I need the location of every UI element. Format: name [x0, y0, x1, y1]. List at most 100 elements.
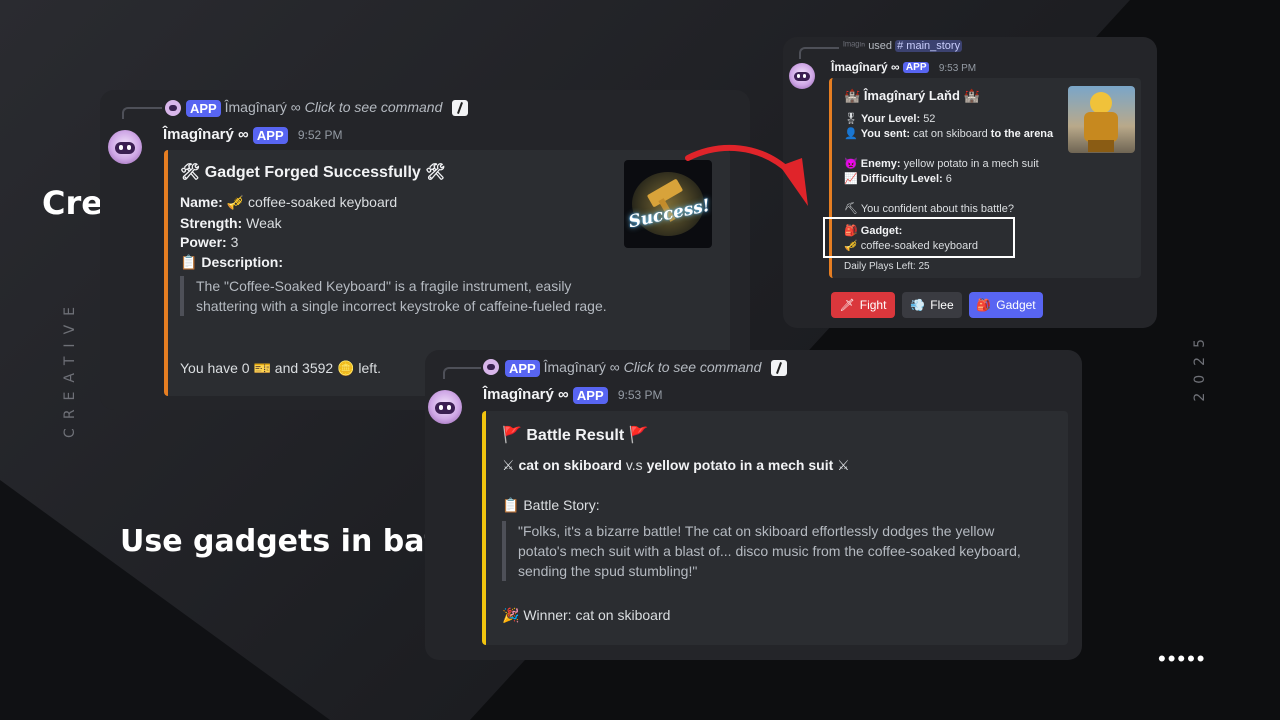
slash-command-icon — [771, 360, 788, 377]
potato-head — [1090, 92, 1112, 114]
confidence-row: ⛏ You confident about this battle? — [844, 202, 1014, 215]
difficulty-row: 📈 Difficulty Level: 6 — [844, 172, 952, 185]
enemy-value: yellow potato in a mech suit — [903, 158, 1039, 170]
sent-value: cat on skiboard — [913, 128, 988, 140]
embed-title: 🛠 Gadget Forged Successfully 🛠 — [180, 162, 446, 182]
name-value: coffee-soaked keyboard — [248, 194, 398, 210]
gadget-power-row: Power: 3 — [180, 234, 238, 250]
party-popper-icon: 🎉 — [502, 607, 520, 623]
app-badge: APP — [252, 126, 288, 144]
sword-icon: 🗡 — [839, 298, 855, 312]
footer-text-2: and 3592 — [274, 360, 334, 376]
description-label-row: 📋 Description: — [180, 254, 283, 271]
winner-text: Winner: cat on skiboard — [523, 607, 671, 623]
story-label-row: 📋 Battle Story: — [502, 497, 600, 514]
enemy-row: 👿 Enemy: yellow potato in a mech suit — [844, 157, 1039, 170]
app-badge: APP — [902, 62, 930, 74]
trumpet-icon: 🎺 — [226, 194, 245, 210]
strength-value: Weak — [246, 215, 282, 231]
plays-footer: Daily Plays Left: 25 — [844, 261, 930, 272]
reply-command[interactable]: APP Îmagînarý ∞ Click to see command — [186, 99, 469, 117]
timestamp: 9:53 PM — [938, 63, 977, 74]
reply-username: ᴵᵐᵃᵍᶦⁿ — [843, 40, 866, 52]
command-mention[interactable]: # main_story — [895, 40, 963, 52]
sent-row: 👤 You sent: cat on skiboard to the arena — [844, 127, 1053, 140]
battle-story-quote: "Folks, it's a bizarre battle! The cat o… — [502, 521, 1042, 581]
message-card-story: ᴵᵐᵃᵍᶦⁿ used # main_story Îmagînarý ∞ APP… — [783, 37, 1157, 328]
app-badge: APP — [572, 386, 608, 404]
bot-avatar[interactable] — [789, 63, 815, 89]
story-label: Battle Story: — [523, 497, 600, 513]
message-author[interactable]: Îmagînarý ∞ APP 9:53 PM — [483, 386, 663, 404]
bot-avatar[interactable] — [108, 130, 142, 164]
tools-icon: 🛠 — [180, 164, 201, 181]
battle-result-embed: 🚩 Battle Result 🚩 ⚔ cat on skiboard v.s … — [482, 411, 1068, 645]
app-badge: APP — [186, 99, 221, 117]
crossed-swords-icon: ⚔ — [837, 457, 850, 473]
enemy-label: Enemy: — [860, 158, 901, 170]
crossed-swords-icon: ⚔ — [502, 457, 515, 473]
dash-icon: 💨 — [910, 298, 926, 312]
reply-used: used — [868, 40, 893, 52]
embed-title: 🏰 Îmagînarý Laňd 🏰 — [844, 88, 980, 104]
description-label: Description: — [201, 254, 284, 270]
message-author[interactable]: Îmagînarý ∞ APP 9:52 PM — [163, 126, 343, 144]
embed-title-text: Gadget Forged Successfully — [204, 164, 421, 181]
author-name: Îmagînarý ∞ — [163, 126, 249, 143]
medal-icon: 🎖 — [844, 113, 858, 125]
reply-command[interactable]: APP Îmagînarý ∞ Click to see command — [505, 359, 788, 377]
power-value: 3 — [230, 234, 239, 250]
backpack-icon: 🎒 — [976, 298, 992, 312]
mech-legs — [1088, 140, 1114, 152]
gadget-name-row: Name: 🎺 coffee-soaked keyboard — [180, 194, 397, 211]
clipboard-icon: 📋 — [180, 254, 198, 270]
flag-icon: 🚩 — [502, 427, 522, 444]
mech-body — [1084, 112, 1118, 142]
embed-title-text: Îmagînarý Laňd — [863, 88, 960, 103]
author-name: Îmagînarý ∞ — [831, 60, 900, 74]
app-badge: APP — [505, 359, 540, 377]
message-author[interactable]: Îmagînarý ∞ APP 9:53 PM — [831, 60, 976, 74]
winner-row: 🎉 Winner: cat on skiboard — [502, 607, 670, 624]
reply-connector — [443, 367, 481, 379]
reply-avatar — [483, 359, 499, 375]
arrow-head — [780, 158, 808, 206]
level-row: 🎖 Your Level: 52 — [844, 112, 935, 125]
difficulty-label: Difficulty Level: — [860, 173, 943, 185]
flee-button[interactable]: 💨 Flee — [902, 292, 962, 318]
currency-footer: You have 0 🎫 and 3592 🪙 left. — [180, 360, 381, 377]
side-label-creative: CREATIVE — [62, 298, 78, 438]
reply-avatar — [165, 100, 181, 116]
name-label: Name: — [180, 194, 223, 210]
gadget-strength-row: Strength: Weak — [180, 215, 282, 231]
embed-title-text: Battle Result — [526, 427, 625, 444]
reply-connector — [799, 47, 839, 59]
side-label-year: 2025 — [1192, 330, 1208, 402]
battle-thumbnail[interactable] — [1068, 86, 1135, 153]
tools-icon: 🛠 — [425, 164, 446, 181]
message-card-battle: APP Îmagînarý ∞ Click to see command Îma… — [425, 350, 1082, 660]
castle-icon: 🏰 — [844, 88, 861, 103]
fight-label: Fight — [859, 298, 887, 312]
fight-button[interactable]: 🗡 Fight — [831, 292, 895, 318]
timestamp: 9:52 PM — [297, 128, 343, 142]
versus-text: v.s — [625, 457, 643, 473]
reply-command-text: Click to see command — [623, 359, 762, 375]
person-icon: 👤 — [844, 128, 858, 140]
description-quote: The "Coffee-Soaked Keyboard" is a fragil… — [180, 276, 610, 316]
reply-connector — [122, 107, 162, 119]
clipboard-icon: 📋 — [502, 497, 520, 513]
gadget-button[interactable]: 🎒 Gadget — [969, 292, 1043, 318]
arrow-shaft — [685, 145, 793, 175]
slash-command-icon — [452, 100, 469, 117]
castle-icon: 🏰 — [963, 88, 980, 103]
bot-avatar[interactable] — [428, 390, 462, 424]
devil-icon: 👿 — [844, 158, 858, 170]
reply-command-text: Click to see command — [304, 99, 443, 115]
embed-title: 🚩 Battle Result 🚩 — [502, 425, 649, 445]
pagination-dots: ••••• — [1158, 646, 1207, 671]
power-label: Power: — [180, 234, 227, 250]
reply-used-command[interactable]: ᴵᵐᵃᵍᶦⁿ used # main_story — [843, 40, 963, 52]
matchup-row: ⚔ cat on skiboard v.s yellow potato in a… — [502, 457, 850, 474]
strength-label: Strength: — [180, 215, 243, 231]
